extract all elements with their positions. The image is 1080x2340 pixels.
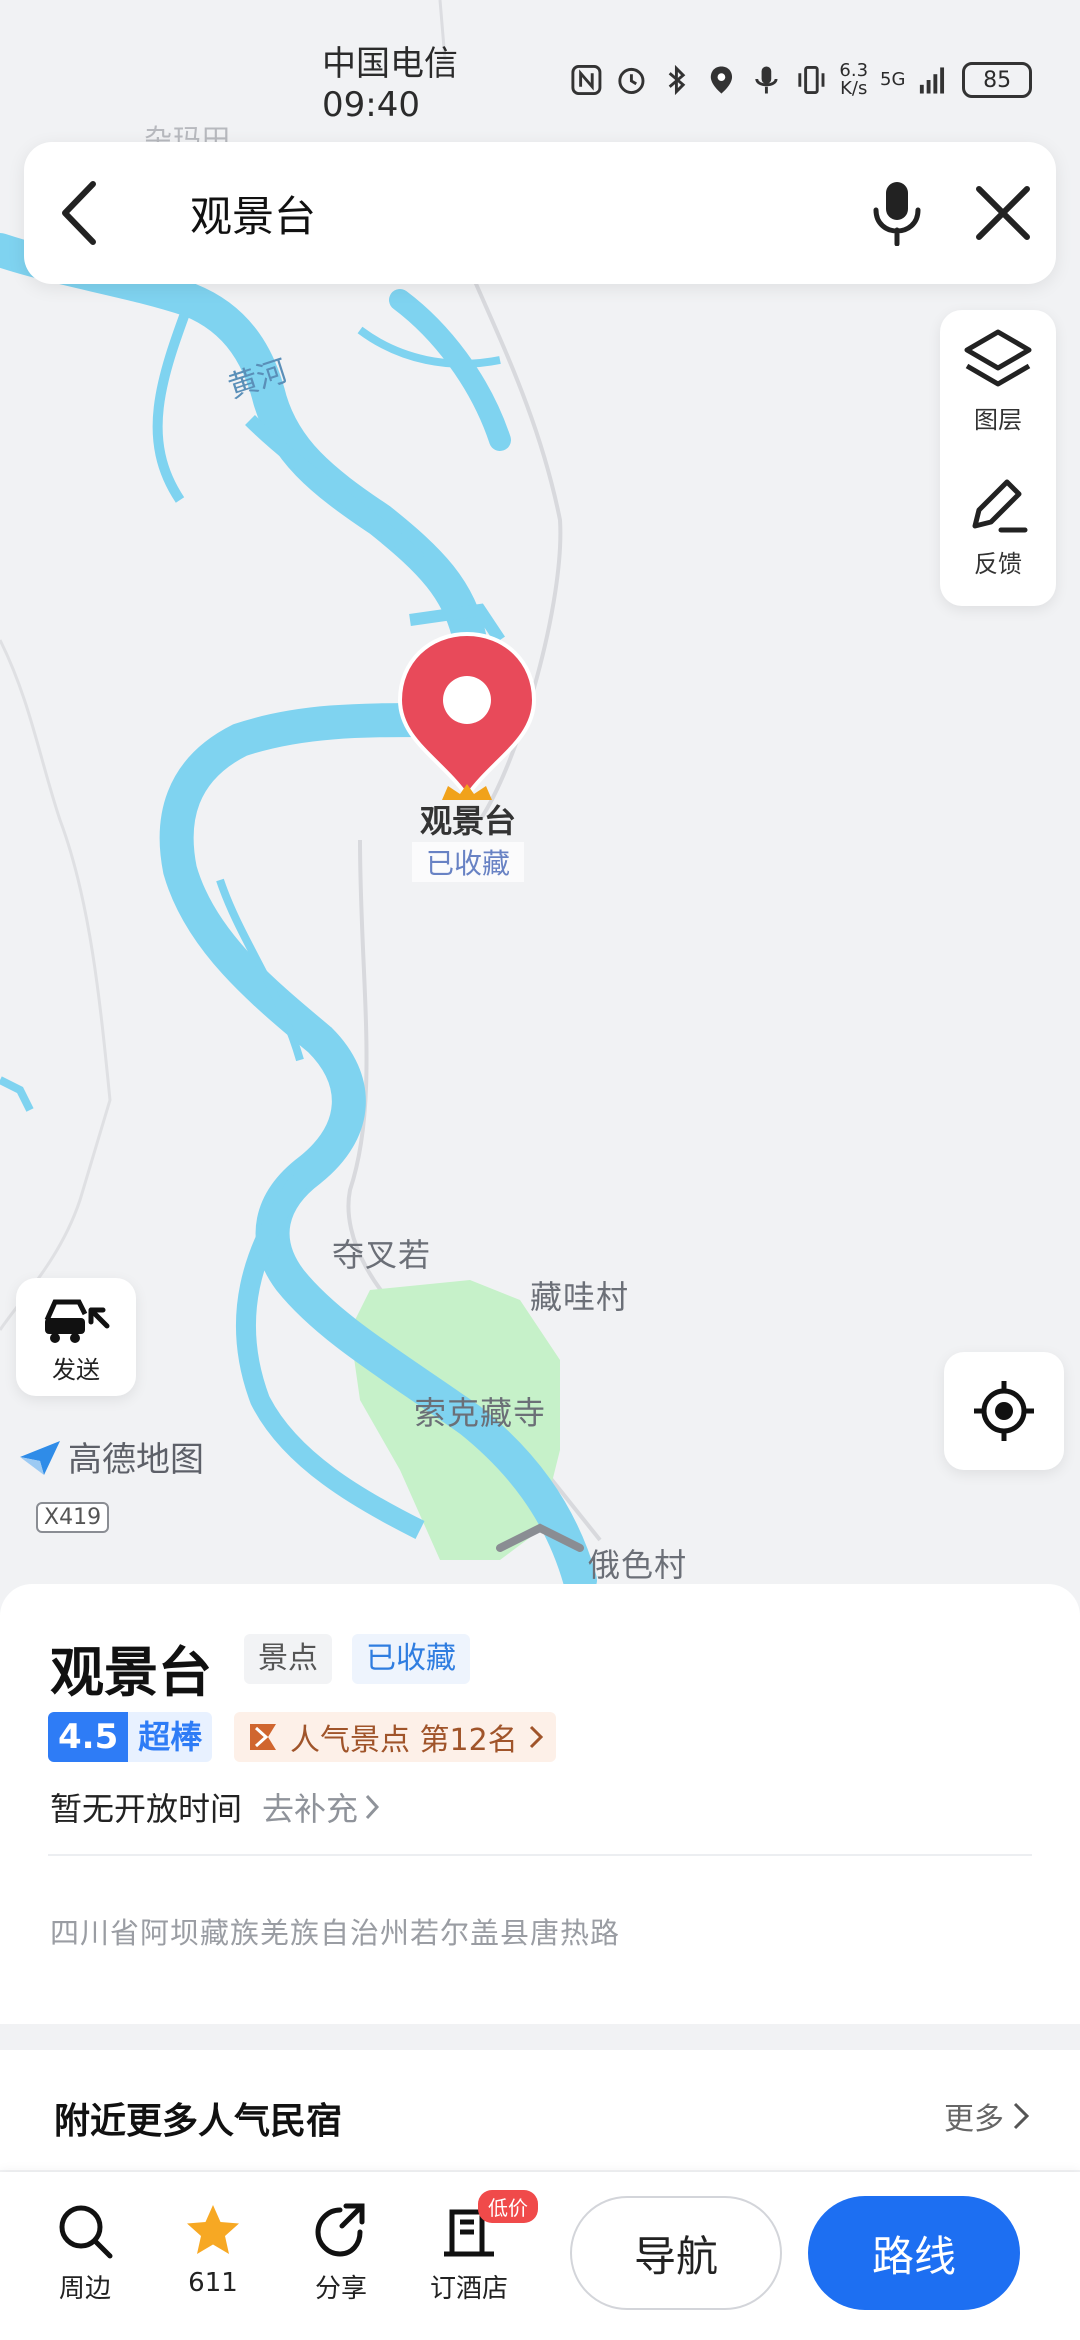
favorite-count: 611 xyxy=(188,2268,238,2298)
microphone-icon xyxy=(873,182,921,246)
ranking-tag[interactable]: 人气景点 第12名 xyxy=(234,1712,556,1762)
place-label: 俄色村 xyxy=(588,1546,688,1584)
net-speed-unit: K/s xyxy=(840,78,868,99)
layers-label: 图层 xyxy=(974,406,1022,434)
pin-title: 观景台 xyxy=(419,802,516,840)
add-hours-link[interactable]: 去补充 xyxy=(262,1784,380,1830)
poi-detail-sheet[interactable]: 观景台 景点 已收藏 4.5 超棒 人气景点 第12名 暂无开放时间 去补充 四… xyxy=(0,1584,1080,2024)
section-gap xyxy=(0,2024,1080,2050)
car-send-icon xyxy=(44,1299,110,1343)
poi-name: 观景台 xyxy=(50,1641,212,1704)
chevron-right-icon xyxy=(529,1725,543,1749)
back-button[interactable] xyxy=(24,142,134,284)
chevron-right-icon xyxy=(1013,2102,1030,2130)
road-shield: X419 xyxy=(36,1502,110,1533)
opening-hours: 暂无开放时间 xyxy=(50,1790,243,1828)
map-app-screen: 杂玛田 黄河 夺叉若 藏哇村 索克藏寺 俄色村 X419 高德地图 观景台 已收… xyxy=(0,0,1080,2340)
layers-icon xyxy=(964,329,1032,387)
layers-button[interactable]: 图层 xyxy=(963,310,1033,458)
location-icon xyxy=(710,66,732,94)
place-label: 索克藏寺 xyxy=(414,1394,547,1432)
status-bar: 中国电信 09:40 6.3 K/s 5G 85 xyxy=(322,44,1032,125)
map-tools-panel: 图层 反馈 xyxy=(940,310,1056,606)
search-query[interactable]: 观景台 xyxy=(134,183,844,244)
bottom-action-bar: 周边 611 分享 低价 订酒店 导航 路线 xyxy=(0,2172,1080,2340)
brand-name: 高德地图 xyxy=(68,1440,204,1480)
send-label: 发送 xyxy=(52,1355,100,1384)
search-bar: 观景台 xyxy=(24,142,1056,284)
signal-icon xyxy=(920,67,945,94)
search-icon xyxy=(59,2205,113,2259)
nearby-heading: 附近更多人气民宿 xyxy=(54,2101,343,2142)
nearby-section: 附近更多人气民宿 更多 xyxy=(0,2050,1080,2170)
bluetooth-icon xyxy=(668,64,686,96)
back-arrow-icon xyxy=(62,181,96,245)
map-brand-logo: 高德地图 xyxy=(18,1432,204,1481)
ranking-flag-icon xyxy=(250,1724,276,1750)
net-speed: 6.3 K/s xyxy=(839,62,868,98)
more-link[interactable]: 更多 xyxy=(944,2094,1030,2138)
route-button[interactable]: 路线 xyxy=(808,2196,1020,2310)
send-to-car-button[interactable]: 发送 xyxy=(16,1278,136,1396)
rating-badge: 4.5 超棒 xyxy=(48,1712,213,1762)
rating-text: 超棒 xyxy=(128,1712,213,1762)
favorited-tag: 已收藏 xyxy=(352,1634,470,1684)
close-button[interactable] xyxy=(950,142,1056,284)
low-price-badge: 低价 xyxy=(478,2190,538,2223)
feedback-button[interactable]: 反馈 xyxy=(965,458,1031,606)
navigate-button[interactable]: 导航 xyxy=(570,2196,782,2310)
carrier-time: 中国电信 09:40 xyxy=(322,43,459,125)
chevron-right-icon xyxy=(365,1794,380,1820)
poi-address[interactable]: 四川省阿坝藏族羌族自治州若尔盖县唐热路 xyxy=(50,1910,620,1952)
opening-hours-row: 暂无开放时间 去补充 xyxy=(50,1784,380,1830)
alarm-icon xyxy=(618,67,645,95)
locate-me-button[interactable] xyxy=(944,1352,1064,1470)
place-label: 夺叉若 xyxy=(332,1236,432,1274)
add-hours-label: 去补充 xyxy=(262,1790,359,1828)
close-icon xyxy=(976,186,1030,240)
star-icon xyxy=(187,2205,239,2254)
battery-indicator: 85 xyxy=(962,62,1032,98)
nfc-icon xyxy=(571,65,602,95)
pencil-edit-icon xyxy=(972,479,1028,533)
feedback-label: 反馈 xyxy=(974,550,1022,578)
hotel-label: 订酒店 xyxy=(429,2274,508,2304)
ranking-text: 人气景点 第12名 xyxy=(290,1723,518,1758)
favorite-button[interactable]: 611 xyxy=(158,2202,268,2298)
microphone-icon xyxy=(755,66,778,94)
nearby-label: 周边 xyxy=(58,2274,111,2304)
more-label: 更多 xyxy=(944,2102,1004,2137)
voice-search-button[interactable] xyxy=(844,142,950,284)
location-pin-icon xyxy=(397,631,537,800)
rating-score: 4.5 xyxy=(48,1712,129,1762)
share-icon xyxy=(315,2203,365,2257)
book-hotel-button[interactable]: 低价 订酒店 xyxy=(414,2190,538,2305)
category-tag: 景点 xyxy=(244,1634,332,1684)
amap-logo-icon xyxy=(20,1440,60,1475)
poi-pin[interactable] xyxy=(392,630,542,804)
crosshair-locate-icon xyxy=(974,1381,1034,1441)
network-type: 5G xyxy=(880,69,906,90)
place-label: 藏哇村 xyxy=(530,1278,630,1316)
share-button[interactable]: 分享 xyxy=(286,2202,396,2305)
divider xyxy=(48,1854,1032,1856)
share-label: 分享 xyxy=(314,2274,367,2304)
pin-subtitle: 已收藏 xyxy=(412,842,524,882)
vibrate-icon xyxy=(797,65,825,95)
nearby-button[interactable]: 周边 xyxy=(30,2202,140,2305)
